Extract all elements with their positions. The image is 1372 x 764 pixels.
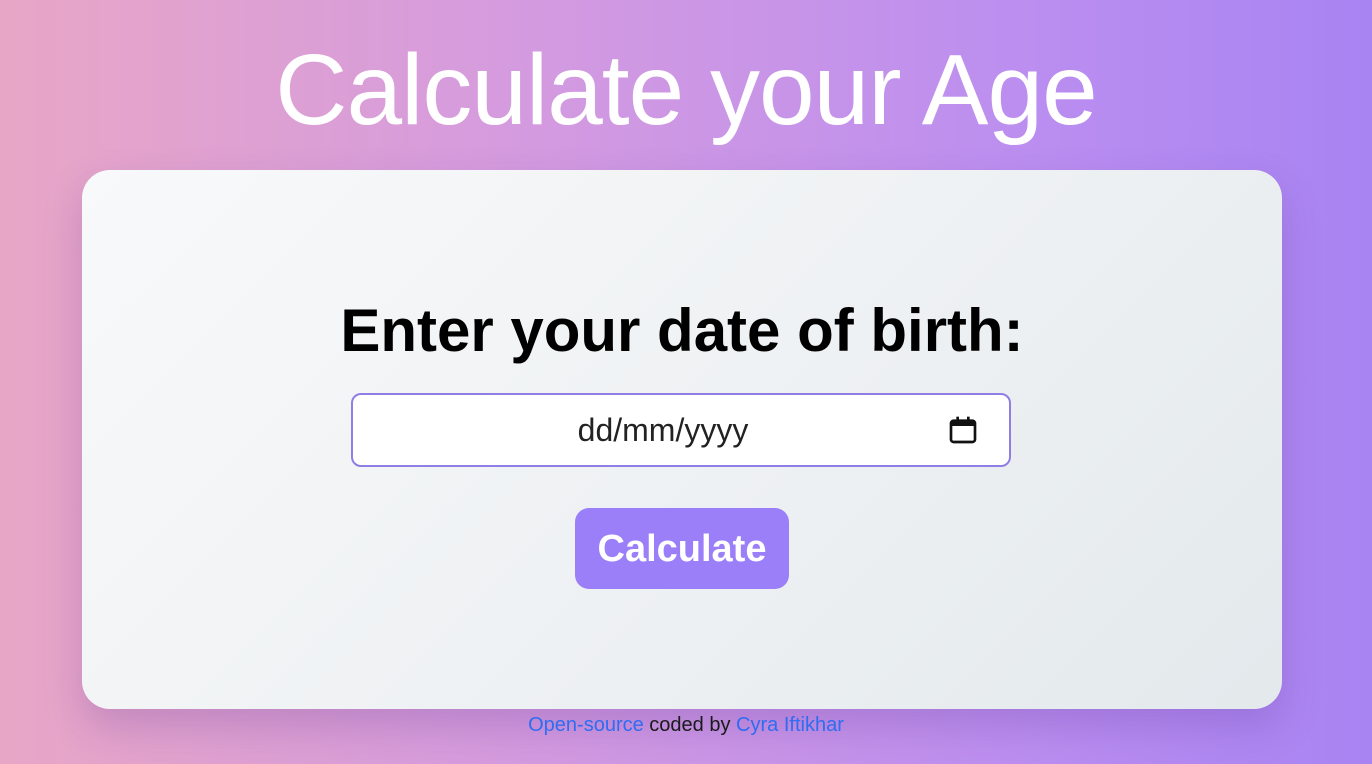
calculate-button[interactable]: Calculate xyxy=(575,508,789,589)
page-title: Calculate your Age xyxy=(275,34,1097,146)
date-of-birth-prompt: Enter your date of birth: xyxy=(340,297,1024,364)
date-of-birth-input[interactable]: dd/mm/yyyy xyxy=(351,393,1011,467)
footer-text: coded by xyxy=(643,714,737,736)
age-calculator-card: Enter your date of birth: dd/mm/yyyy Cal… xyxy=(82,170,1282,709)
footer-credit: Open-source coded by Cyra Iftikhar xyxy=(0,712,1372,738)
author-link[interactable]: Cyra Iftikhar xyxy=(736,714,844,736)
date-input-placeholder: dd/mm/yyyy xyxy=(577,412,749,448)
open-source-link[interactable]: Open-source xyxy=(528,714,644,736)
calendar-icon[interactable] xyxy=(947,414,979,446)
